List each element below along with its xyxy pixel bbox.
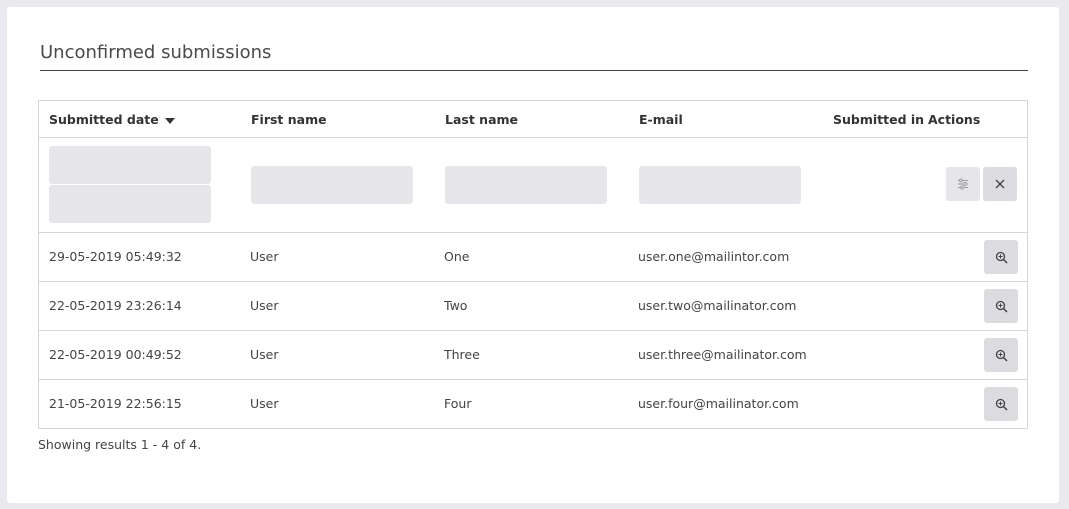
cell-submitted-date: 22-05-2019 23:26:14 [49, 298, 182, 313]
filter-row [39, 138, 1027, 233]
table-row: 21-05-2019 22:56:15 User Four user.four@… [39, 380, 1027, 428]
email-filter-input[interactable] [639, 166, 801, 204]
view-submission-button[interactable] [984, 387, 1018, 421]
date-from-filter-input[interactable] [49, 146, 211, 184]
first-name-filter-input[interactable] [251, 166, 413, 204]
date-to-filter-input[interactable] [49, 185, 211, 223]
column-header-submitted-date[interactable]: Submitted date [49, 112, 175, 127]
table-row: 22-05-2019 23:26:14 User Two user.two@ma… [39, 282, 1027, 331]
sort-desc-icon [164, 117, 175, 124]
column-header-actions: Actions [928, 112, 981, 127]
zoom-in-icon [995, 398, 1008, 411]
cell-first-name: User [250, 347, 279, 362]
cell-last-name: Two [444, 298, 468, 313]
column-header-first-name[interactable]: First name [251, 112, 327, 127]
cell-submitted-date: 29-05-2019 05:49:32 [49, 249, 182, 264]
table-header: Submitted date First name Last name E-ma… [39, 101, 1027, 138]
title-divider [40, 70, 1028, 71]
submissions-table: Submitted date First name Last name E-ma… [38, 100, 1028, 429]
table-row: 22-05-2019 00:49:52 User Three user.thre… [39, 331, 1027, 380]
last-name-filter-input[interactable] [445, 166, 607, 204]
clear-filter-button[interactable] [983, 167, 1017, 201]
cell-email: user.two@mailinator.com [638, 298, 797, 313]
cell-email: user.three@mailinator.com [638, 347, 807, 362]
view-submission-button[interactable] [984, 338, 1018, 372]
view-submission-button[interactable] [984, 240, 1018, 274]
cell-submitted-date: 21-05-2019 22:56:15 [49, 396, 182, 411]
cell-submitted-date: 22-05-2019 00:49:52 [49, 347, 182, 362]
cell-email: user.four@mailinator.com [638, 396, 799, 411]
zoom-in-icon [995, 300, 1008, 313]
cell-first-name: User [250, 298, 279, 313]
view-submission-button[interactable] [984, 289, 1018, 323]
cell-last-name: Three [444, 347, 480, 362]
cell-first-name: User [250, 396, 279, 411]
cell-email: user.one@mailintor.com [638, 249, 790, 264]
submissions-card: Unconfirmed submissions Submitted date F… [7, 7, 1059, 503]
cell-last-name: One [444, 249, 470, 264]
apply-filter-button[interactable] [946, 167, 980, 201]
column-header-email[interactable]: E-mail [639, 112, 683, 127]
cell-first-name: User [250, 249, 279, 264]
column-header-submitted-in[interactable]: Submitted in [833, 112, 924, 127]
cell-last-name: Four [444, 396, 472, 411]
table-row: 29-05-2019 05:49:32 User One user.one@ma… [39, 233, 1027, 282]
results-summary: Showing results 1 - 4 of 4. [38, 437, 202, 452]
zoom-in-icon [995, 251, 1008, 264]
column-header-label: Submitted date [49, 112, 159, 127]
filter-sliders-icon [958, 178, 968, 190]
zoom-in-icon [995, 349, 1008, 362]
close-icon [995, 179, 1005, 189]
column-header-last-name[interactable]: Last name [445, 112, 518, 127]
page-title: Unconfirmed submissions [40, 42, 272, 63]
